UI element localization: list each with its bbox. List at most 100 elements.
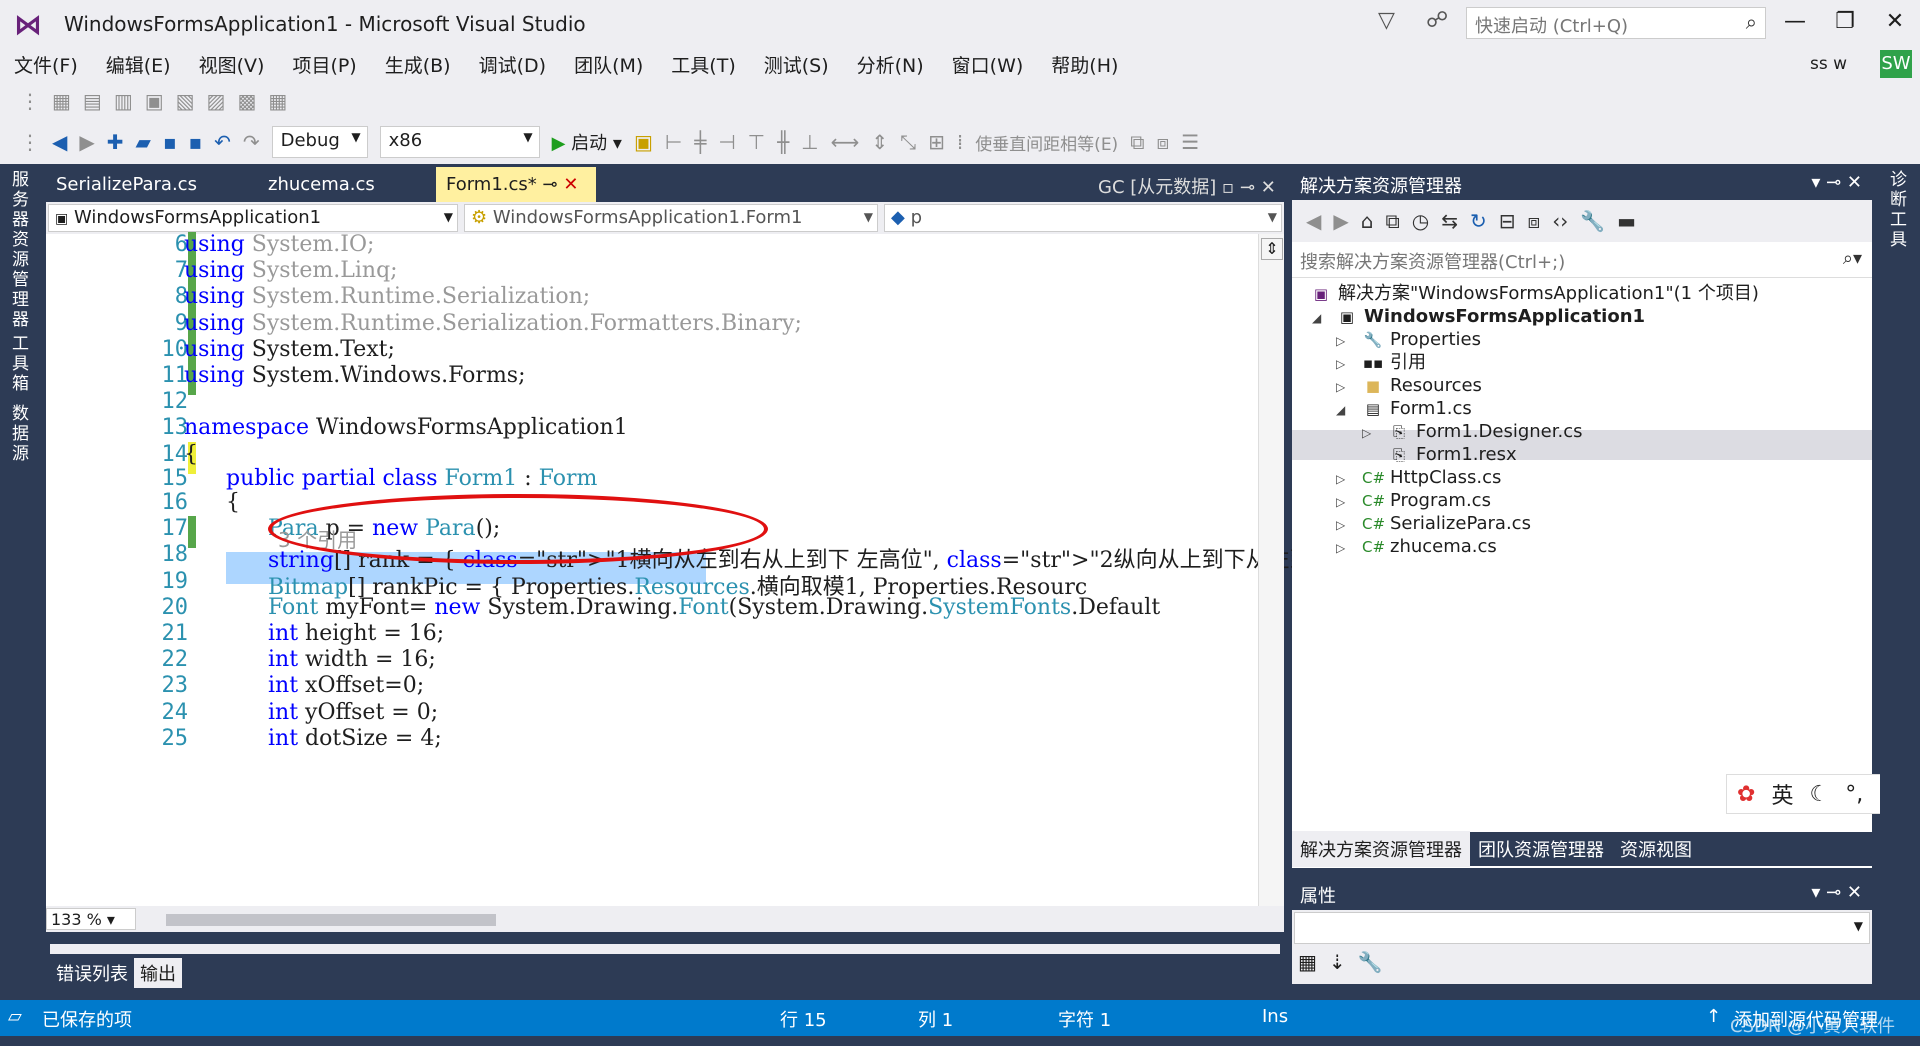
user-name[interactable]: ss w	[1810, 54, 1847, 74]
forward-icon[interactable]: ▶	[1333, 209, 1348, 233]
browser-link-icon[interactable]: ▣	[634, 130, 653, 154]
same-width-icon[interactable]: ⟷	[831, 130, 860, 154]
pin-icon[interactable]: ⊸	[543, 174, 558, 195]
ime-language[interactable]: 英	[1771, 778, 1793, 810]
property-pages-icon[interactable]: 🔧	[1358, 950, 1383, 974]
vertical-scrollbar[interactable]: ⇕	[1258, 234, 1284, 906]
query-icon[interactable]: ▣	[145, 89, 164, 113]
collapsed-arrow-icon[interactable]: ▷	[1336, 495, 1345, 509]
menu-tools[interactable]: 工具(T)	[657, 45, 749, 84]
tree-zhucema[interactable]: C# zhucema.cs	[1362, 533, 1497, 561]
feedback-icon[interactable]: ☍	[1426, 8, 1448, 33]
collapsed-arrow-icon[interactable]: ▷	[1336, 541, 1345, 555]
panel-controls-icon[interactable]: ▾ ⊸ ✕	[1811, 172, 1862, 193]
alphabetical-icon[interactable]: ⇣	[1329, 950, 1346, 974]
align-middle-icon[interactable]: ╫	[777, 130, 789, 154]
same-height-icon[interactable]: ⇕	[871, 130, 888, 154]
save-icon[interactable]: ▪	[163, 130, 177, 154]
menu-file[interactable]: 文件(F)	[0, 45, 92, 84]
expanded-arrow-icon[interactable]: ◢	[1336, 403, 1345, 417]
start-button[interactable]: ▶ 启动 ▾	[552, 129, 622, 155]
home-icon[interactable]: ⌂	[1361, 209, 1374, 233]
align-right-icon[interactable]: ⊣	[718, 130, 735, 154]
split-icon[interactable]: ⇕	[1261, 238, 1283, 260]
restore-button[interactable]: ❐	[1820, 4, 1870, 40]
minimize-button[interactable]: —	[1770, 4, 1820, 40]
align-top-icon[interactable]: ⊤	[748, 130, 765, 154]
redo-icon[interactable]: ↷	[243, 130, 260, 154]
moon-icon[interactable]: ☾	[1809, 782, 1829, 807]
quick-launch-input[interactable]: 快速启动 (Ctrl+Q) ⌕	[1466, 7, 1766, 39]
pending-changes-icon[interactable]: ◷	[1412, 209, 1429, 233]
close-icon[interactable]: ✕	[563, 174, 578, 195]
punctuation-icon[interactable]: °,	[1845, 782, 1863, 807]
code-editor[interactable]: 6 using System.IO; 7 using System.Linq; 8 usi…	[46, 232, 1334, 906]
user-avatar[interactable]: SW	[1880, 50, 1912, 78]
same-size-icon[interactable]: ⤡	[900, 130, 916, 154]
collapsed-arrow-icon[interactable]: ▷	[1336, 357, 1345, 371]
table-icon[interactable]: ▦	[52, 89, 71, 113]
open-file-icon[interactable]: ▰	[136, 130, 151, 154]
categorized-icon[interactable]: ▦	[1298, 950, 1317, 974]
refresh-icon[interactable]: ↻	[1470, 209, 1487, 233]
collapsed-arrow-icon[interactable]: ▷	[1336, 380, 1345, 394]
close-window-button[interactable]: ✕	[1870, 4, 1920, 40]
bring-front-icon[interactable]: ⧉	[1130, 130, 1144, 154]
tab-form1[interactable]: Form1.cs* ⊸ ✕	[436, 167, 596, 202]
notification-filter-icon[interactable]: ▽	[1378, 8, 1395, 33]
align-bottom-icon[interactable]: ⊥	[801, 130, 818, 154]
class-dropdown[interactable]: ⚙ WindowsFormsApplication1.Form1 ▼	[464, 204, 878, 232]
columns-icon[interactable]: ▩	[237, 89, 256, 113]
snap-grid-icon[interactable]: ⊞	[928, 130, 945, 154]
collapsed-arrow-icon[interactable]: ▷	[1336, 472, 1345, 486]
sync-icon[interactable]: ⇆	[1441, 209, 1458, 233]
tab-zhucema[interactable]: zhucema.cs	[258, 167, 436, 202]
grid-icon[interactable]: ▤	[83, 89, 102, 113]
solution-search-input[interactable]: 搜索解决方案资源管理器(Ctrl+;) ⌕▾	[1292, 242, 1872, 278]
menu-analyze[interactable]: 分析(N)	[843, 45, 938, 84]
preview-icon[interactable]: ▬	[1617, 209, 1636, 233]
properties-object-select[interactable]: ▼	[1294, 912, 1870, 944]
tab-error-list[interactable]: 错误列表	[50, 958, 134, 988]
menu-help[interactable]: 帮助(H)	[1037, 45, 1132, 84]
align-center-icon[interactable]: ╪	[694, 130, 706, 154]
solution-platform-select[interactable]: x86 ▼	[379, 126, 540, 158]
panel-controls-icon[interactable]: ▾ ⊸ ✕	[1811, 882, 1862, 903]
paw-icon[interactable]: ✿	[1737, 782, 1755, 807]
collapsed-arrow-icon[interactable]: ▷	[1336, 518, 1345, 532]
member-dropdown[interactable]: ◆ p ▼	[884, 204, 1282, 232]
project-dropdown[interactable]: ▣ WindowsFormsApplication1 ▼	[48, 204, 458, 232]
toolbox-tab[interactable]: 工具箱	[12, 334, 36, 394]
menu-build[interactable]: 生成(B)	[371, 45, 465, 84]
server-explorer-tab[interactable]: 服务器资源管理器	[12, 170, 36, 330]
format-icon[interactable]: ▧	[176, 89, 195, 113]
menu-window[interactable]: 窗口(W)	[938, 45, 1038, 84]
navigate-forward-icon[interactable]: ▶	[79, 130, 94, 154]
new-project-icon[interactable]: ✚	[107, 130, 124, 154]
diagnostic-tools-tab[interactable]: 诊断工具	[1890, 170, 1914, 250]
tab-resource-view[interactable]: 资源视图	[1612, 831, 1700, 867]
solution-configuration-select[interactable]: Debug ▼	[271, 126, 368, 158]
expanded-arrow-icon[interactable]: ◢	[1312, 311, 1321, 325]
horizontal-scrollbar-thumb[interactable]	[166, 914, 496, 926]
menu-project[interactable]: 项目(P)	[278, 45, 370, 84]
tab-solution-explorer[interactable]: 解决方案资源管理器	[1292, 831, 1470, 867]
collapse-all-icon[interactable]: ⊟	[1499, 209, 1516, 233]
navigate-back-icon[interactable]: ◀	[52, 130, 67, 154]
vertical-spacing-button[interactable]: 使垂直间距相等(E)	[975, 130, 1118, 155]
collapsed-arrow-icon[interactable]: ▷	[1362, 426, 1371, 440]
collapsed-arrow-icon[interactable]: ▷	[1336, 334, 1345, 348]
save-all-icon[interactable]: ▪	[189, 130, 203, 154]
send-back-icon[interactable]: ⧈	[1156, 130, 1169, 154]
undo-icon[interactable]: ↶	[214, 130, 231, 154]
menu-test[interactable]: 测试(S)	[750, 45, 843, 84]
align-left-icon[interactable]: ⊢	[665, 130, 682, 154]
menu-edit[interactable]: 编辑(E)	[92, 45, 185, 84]
switch-views-icon[interactable]: ⧉	[1385, 209, 1399, 233]
data-sources-tab[interactable]: 数据源	[12, 404, 36, 464]
view-code-icon[interactable]: ‹›	[1552, 209, 1568, 233]
tab-serializepara[interactable]: SerializePara.cs	[46, 167, 258, 202]
sql-icon[interactable]: ▥	[114, 89, 133, 113]
menu-team[interactable]: 团队(M)	[560, 45, 657, 84]
tab-team-explorer[interactable]: 团队资源管理器	[1470, 831, 1612, 867]
